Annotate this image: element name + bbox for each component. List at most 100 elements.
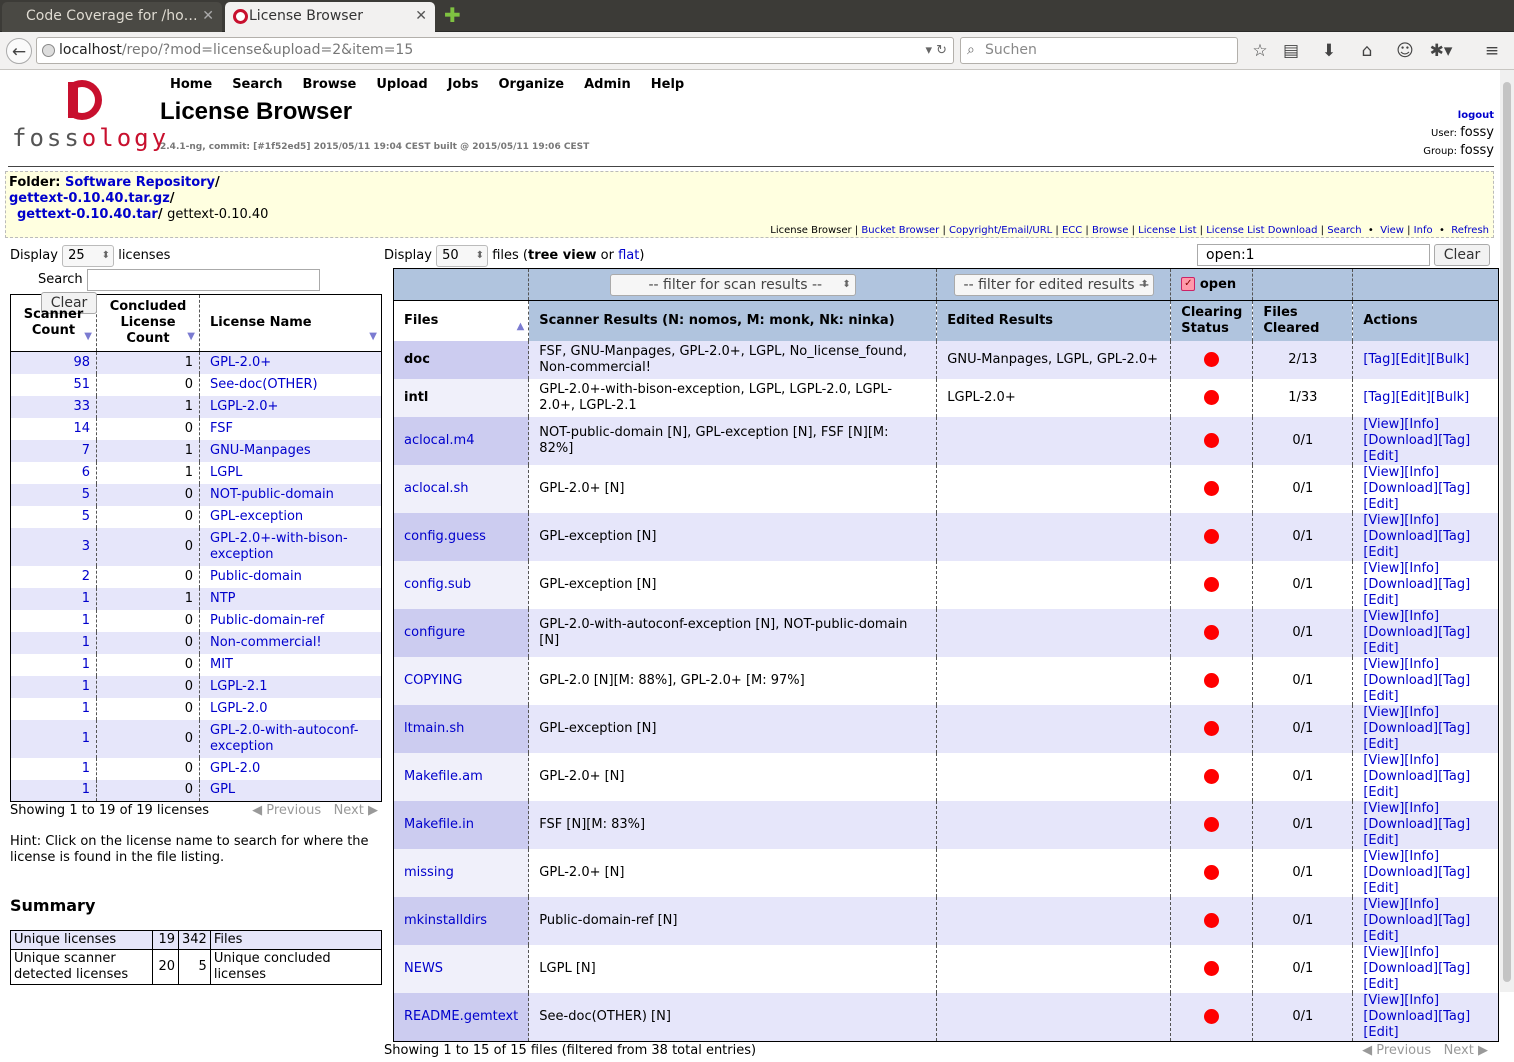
license-search-input[interactable] (86, 268, 320, 291)
scanner-count-link[interactable]: 1 (82, 761, 90, 776)
browser-tab[interactable]: Code Coverage for /ho… ✕ (2, 2, 222, 32)
license-name-link[interactable]: GPL-2.0+-with-bison-exception (210, 531, 348, 562)
license-prev-button[interactable]: Previous (266, 803, 321, 818)
col-concluded-count[interactable]: Concluded License Count ▼ (96, 294, 200, 352)
link-browse[interactable]: Browse (1092, 225, 1128, 236)
col-files-cleared[interactable]: Files Cleared (1252, 300, 1354, 341)
link-license-list-download[interactable]: License List Download (1206, 225, 1317, 236)
folder-archive-link[interactable]: gettext-0.10.40.tar.gz (9, 191, 170, 206)
col-scanner-count[interactable]: Scanner Count ▼ (10, 294, 97, 352)
file-search-input[interactable]: open:1 (1197, 244, 1430, 266)
clearing-status-red-icon[interactable] (1204, 961, 1220, 976)
clearing-status-red-icon[interactable] (1204, 529, 1220, 544)
license-name-link[interactable]: GPL-2.0-with-autoconf-exception (210, 723, 358, 754)
clearing-status-red-icon[interactable] (1204, 913, 1220, 928)
row-actions-links-2[interactable]: [Download][Tag][Edit] (1363, 769, 1470, 800)
file-name-link[interactable]: config.sub (404, 577, 471, 592)
file-name-link[interactable]: COPYING (404, 673, 462, 688)
license-name-link[interactable]: NOT-public-domain (210, 487, 334, 502)
folder-repo-link[interactable]: Software Repository (65, 175, 215, 190)
link-info[interactable]: Info (1414, 225, 1433, 236)
file-name-link[interactable]: mkinstalldirs (404, 913, 487, 928)
license-name-link[interactable]: FSF (210, 421, 233, 436)
file-name-link[interactable]: config.guess (404, 529, 486, 544)
file-clear-button[interactable]: Clear (1434, 244, 1490, 266)
license-page-size-select[interactable]: 25 (62, 244, 115, 267)
row-actions-links[interactable]: [View][Info] (1363, 897, 1439, 912)
menu-organize[interactable]: Organize (498, 77, 564, 92)
row-actions-links-2[interactable]: [Download][Tag][Edit] (1363, 961, 1470, 992)
row-actions-links[interactable]: [View][Info] (1363, 513, 1439, 528)
scanner-count-link[interactable]: 1 (82, 782, 90, 797)
chat-icon[interactable]: ☺ (1392, 38, 1418, 64)
scanner-count-link[interactable]: 2 (82, 569, 90, 584)
link-refresh[interactable]: Refresh (1451, 225, 1489, 236)
clearing-status-red-icon[interactable] (1204, 673, 1220, 688)
page-scrollbar[interactable] (1500, 70, 1514, 992)
clearing-status-red-icon[interactable] (1204, 390, 1220, 405)
download-arrow-icon[interactable]: ⬇ (1316, 38, 1342, 64)
logout-link[interactable]: logout (1458, 110, 1494, 121)
license-name-link[interactable]: Non-commercial! (210, 635, 322, 650)
menu-hamburger-icon[interactable]: ≡ (1479, 38, 1505, 64)
scanner-count-link[interactable]: 98 (73, 355, 90, 370)
bookmark-star-icon[interactable]: ☆ (1247, 38, 1273, 64)
file-name-link[interactable]: missing (404, 865, 454, 880)
file-prev-button[interactable]: Previous (1376, 1043, 1431, 1058)
clearing-status-red-icon[interactable] (1204, 769, 1220, 784)
row-actions-links-2[interactable]: [Download][Tag][Edit] (1363, 865, 1470, 896)
col-license-name[interactable]: License Name ▼ (199, 294, 382, 352)
license-name-link[interactable]: GNU-Manpages (210, 443, 311, 458)
row-actions-links-2[interactable]: [Download][Tag][Edit] (1363, 817, 1470, 848)
scanner-count-link[interactable]: 1 (82, 613, 90, 628)
browser-tab-active[interactable]: License Browser ✕ (225, 2, 435, 32)
row-actions-links[interactable]: [Tag][Edit][Bulk] (1363, 390, 1469, 405)
license-name-link[interactable]: GPL-exception (210, 509, 303, 524)
license-name-link[interactable]: MIT (210, 657, 233, 672)
row-actions-links[interactable]: [View][Info] (1363, 993, 1439, 1008)
menu-jobs[interactable]: Jobs (448, 77, 479, 92)
row-actions-links-2[interactable]: [Download][Tag][Edit] (1363, 481, 1470, 512)
browser-search-bar[interactable]: ⌕ Suchen (960, 37, 1238, 64)
license-name-link[interactable]: NTP (210, 591, 236, 606)
row-actions-links[interactable]: [View][Info] (1363, 417, 1439, 432)
folder-tar-link[interactable]: gettext-0.10.40.tar (17, 207, 158, 222)
scanner-count-link[interactable]: 1 (82, 635, 90, 650)
row-actions-links[interactable]: [View][Info] (1363, 945, 1439, 960)
license-name-link[interactable]: LGPL-2.0 (210, 701, 268, 716)
file-name-link[interactable]: NEWS (404, 961, 443, 976)
clearing-status-red-icon[interactable] (1204, 721, 1220, 736)
scanner-count-link[interactable]: 5 (82, 487, 90, 502)
scanner-count-link[interactable]: 1 (82, 591, 90, 606)
clearing-status-red-icon[interactable] (1204, 433, 1220, 448)
scrollbar-thumb[interactable] (1503, 82, 1511, 982)
file-name-link[interactable]: aclocal.m4 (404, 433, 474, 448)
row-actions-links-2[interactable]: [Download][Tag][Edit] (1363, 433, 1470, 464)
row-actions-links-2[interactable]: [Download][Tag][Edit] (1363, 625, 1470, 656)
close-icon[interactable]: ✕ (415, 2, 427, 30)
link-view[interactable]: View (1380, 225, 1404, 236)
home-icon[interactable]: ⌂ (1354, 38, 1380, 64)
license-next-button[interactable]: Next (334, 803, 364, 818)
license-name-link[interactable]: Public-domain-ref (210, 613, 324, 628)
fossology-logo[interactable]: fossology (10, 76, 166, 156)
reload-icon[interactable]: ▾ ↻ (925, 38, 947, 63)
scanner-count-link[interactable]: 5 (82, 509, 90, 524)
clearing-status-red-icon[interactable] (1204, 352, 1220, 367)
license-name-link[interactable]: LGPL-2.0+ (210, 399, 278, 414)
edited-results-filter-select[interactable]: -- filter for edited results -- (953, 273, 1154, 296)
row-actions-links-2[interactable]: [Download][Tag][Edit] (1363, 577, 1470, 608)
row-actions-links-2[interactable]: [Download][Tag][Edit] (1363, 913, 1470, 944)
back-arrow-icon[interactable]: ← (6, 38, 32, 64)
link-copyright[interactable]: Copyright/Email/URL (949, 225, 1052, 236)
reading-list-icon[interactable]: ▤ (1278, 38, 1304, 64)
link-ecc[interactable]: ECC (1062, 225, 1082, 236)
license-name-link[interactable]: GPL-2.0 (210, 761, 260, 776)
row-actions-links[interactable]: [View][Info] (1363, 657, 1439, 672)
license-name-link[interactable]: LGPL (210, 465, 242, 480)
menu-browse[interactable]: Browse (303, 77, 357, 92)
scanner-count-link[interactable]: 3 (82, 539, 90, 554)
file-name-link[interactable]: configure (404, 625, 465, 640)
scanner-count-link[interactable]: 33 (73, 399, 90, 414)
col-clearing-status[interactable]: Clearing Status (1170, 300, 1254, 341)
